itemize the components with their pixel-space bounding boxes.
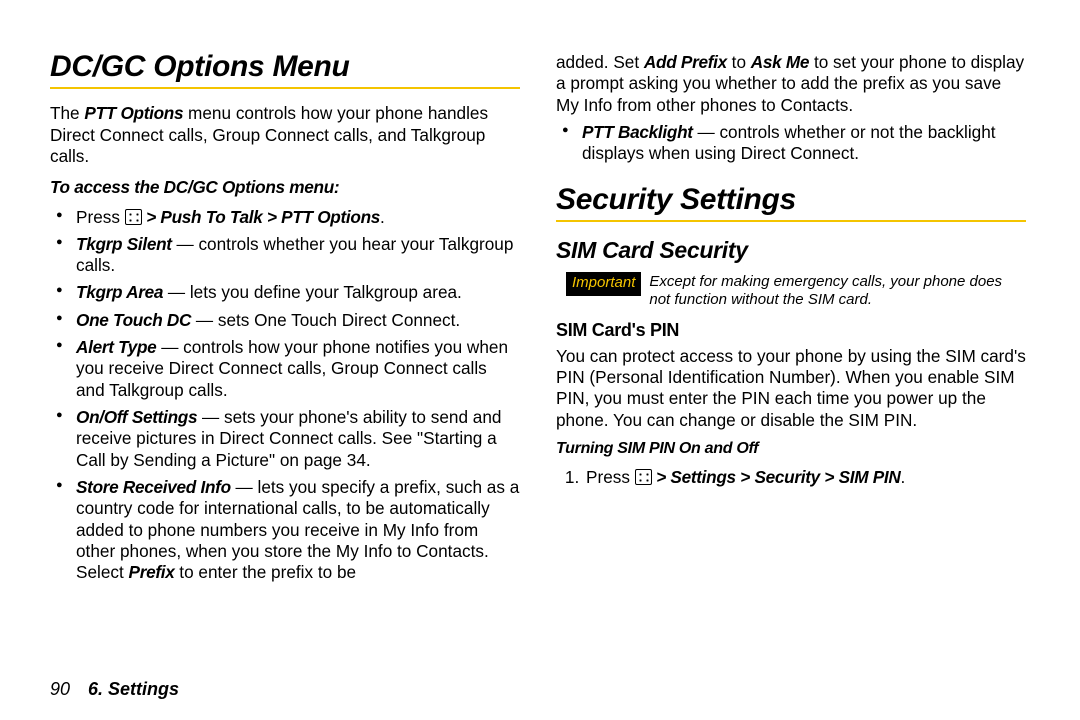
heading-simpin: SIM Card's PIN	[556, 319, 1026, 341]
press-path: > Push To Talk > PTT Options	[142, 207, 380, 227]
step1-a: Press	[586, 467, 635, 487]
right-column: added. Set Add Prefix to Ask Me to set y…	[556, 48, 1026, 658]
step1-path: > Settings > Security > SIM PIN	[652, 467, 901, 487]
cont-addprefix: Add Prefix	[644, 52, 727, 72]
important-text: Except for making emergency calls, your …	[649, 272, 1026, 309]
item-title: One Touch DC	[76, 310, 191, 330]
intro-ptt-options: PTT Options	[84, 103, 183, 123]
list-item-store: Store Received Info — lets you specify a…	[50, 477, 520, 584]
list-item: Tkgrp Area — lets you define your Talkgr…	[50, 282, 520, 303]
item-desc: — lets you define your Talkgroup area.	[163, 282, 462, 302]
cont-c: to	[727, 52, 751, 72]
item-title: Store Received Info	[76, 477, 231, 497]
heading-simcard: SIM Card Security	[556, 236, 1026, 265]
list-item-ptt: PTT Backlight — controls whether or not …	[556, 122, 1026, 165]
left-column: DC/GC Options Menu The PTT Options menu …	[50, 48, 520, 658]
press-instruction: Press > Push To Talk > PTT Options.	[50, 207, 520, 228]
press-text-a: Press	[76, 207, 125, 227]
ptt-title: PTT Backlight	[582, 122, 693, 142]
list-item: On/Off Settings — sets your phone's abil…	[50, 407, 520, 471]
list-item: One Touch DC — sets One Touch Direct Con…	[50, 310, 520, 331]
turning-heading: Turning SIM PIN On and Off	[556, 439, 1026, 459]
item-title: Tkgrp Silent	[76, 234, 172, 254]
item-title: Tkgrp Area	[76, 282, 163, 302]
heading-security: Security Settings	[556, 181, 1026, 222]
heading-dcgc: DC/GC Options Menu	[50, 48, 520, 89]
access-heading: To access the DC/GC Options menu:	[50, 177, 520, 198]
item-title: Alert Type	[76, 337, 156, 357]
item-title: On/Off Settings	[76, 407, 197, 427]
cont-askme: Ask Me	[751, 52, 809, 72]
page-body: DC/GC Options Menu The PTT Options menu …	[0, 0, 1080, 658]
page-footer: 90 6. Settings	[50, 679, 179, 700]
options-list: Press > Push To Talk > PTT Options. Tkgr…	[50, 207, 520, 584]
simpin-paragraph: You can protect access to your phone by …	[556, 346, 1026, 431]
press-text-c: .	[380, 207, 385, 227]
list-item: Tkgrp Silent — controls whether you hear…	[50, 234, 520, 277]
steps-list: Press > Settings > Security > SIM PIN.	[556, 467, 1026, 488]
step1-c: .	[901, 467, 906, 487]
intro-text-a: The	[50, 103, 84, 123]
cont-a: added. Set	[556, 52, 644, 72]
apps-key-icon	[635, 469, 652, 485]
item-desc-c: to enter the prefix to be	[175, 562, 357, 582]
list-item: Alert Type — controls how your phone not…	[50, 337, 520, 401]
important-note: Important Except for making emergency ca…	[566, 272, 1026, 309]
chapter-title: 6. Settings	[88, 679, 179, 699]
ptt-list: PTT Backlight — controls whether or not …	[556, 122, 1026, 165]
step-1: Press > Settings > Security > SIM PIN.	[584, 467, 1026, 488]
continuation-paragraph: added. Set Add Prefix to Ask Me to set y…	[556, 52, 1026, 116]
item-prefix-word: Prefix	[129, 562, 175, 582]
item-desc: — sets One Touch Direct Connect.	[191, 310, 460, 330]
apps-key-icon	[125, 209, 142, 225]
page-number: 90	[50, 679, 70, 699]
important-label: Important	[566, 272, 641, 296]
intro-paragraph: The PTT Options menu controls how your p…	[50, 103, 520, 167]
